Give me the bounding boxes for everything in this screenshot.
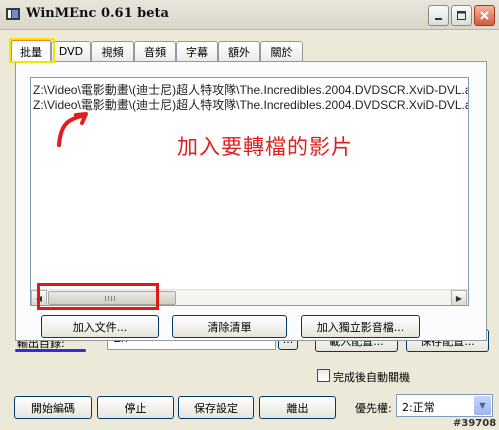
tab-about[interactable]: 關於 [260, 41, 303, 61]
tab-video[interactable]: 視頻 [91, 41, 134, 61]
priority-value: 2:正常 [402, 401, 435, 414]
scroll-left-button[interactable]: ◀ [31, 290, 47, 305]
maximize-icon [457, 11, 466, 20]
tab-batch[interactable]: 批量 [11, 39, 51, 62]
tab-audio[interactable]: 音頻 [134, 41, 176, 61]
window-title: WinMEnc 0.61 beta [26, 6, 169, 21]
minimize-icon [434, 17, 442, 20]
app-icon [6, 7, 20, 21]
close-icon [480, 11, 489, 20]
auto-shutdown-checkbox[interactable] [317, 369, 330, 382]
file-listbox[interactable]: Z:\Video\電影動畫\(迪士尼)超人特攻隊\The.Incredibles… [30, 77, 469, 306]
clear-list-button[interactable]: 清除清單 [172, 315, 287, 338]
tab-dvd[interactable]: DVD [51, 41, 91, 61]
scroll-thumb[interactable] [48, 291, 176, 305]
start-encode-button[interactable]: 開始編碼 [14, 396, 92, 419]
horizontal-scrollbar[interactable]: ◀ ▶ [31, 289, 468, 305]
minimize-button[interactable] [428, 5, 449, 26]
grip-icon [105, 296, 117, 301]
scroll-right-button[interactable]: ▶ [451, 290, 467, 305]
tab-subtitle[interactable]: 字幕 [176, 41, 218, 61]
exit-button[interactable]: 離出 [259, 396, 336, 419]
priority-select[interactable]: 2:正常 ▼ [396, 394, 493, 417]
watermark: #39708 [453, 418, 497, 429]
save-settings-button[interactable]: 保存設定 [178, 396, 254, 419]
chevron-left-icon: ◀ [35, 293, 43, 303]
chevron-right-icon: ▶ [455, 293, 463, 303]
add-file-button[interactable]: 加入文件... [41, 315, 159, 338]
annotation-text: 加入要轉檔的影片 [177, 135, 353, 159]
red-arrow-icon [57, 112, 88, 147]
priority-label: 優先權: [355, 402, 392, 415]
batch-panel: Z:\Video\電影動畫\(迪士尼)超人特攻隊\The.Incredibles… [15, 61, 487, 341]
title-bar[interactable]: WinMEnc 0.61 beta [0, 0, 499, 30]
auto-shutdown-label: 完成後自動關機 [333, 371, 410, 384]
close-button[interactable] [474, 5, 495, 26]
underline-mark [15, 349, 86, 352]
chevron-down-icon[interactable]: ▼ [474, 396, 491, 415]
client-area: 批量 DVD 視頻 音頻 字幕 額外 關於 Z:\Video\電影動畫\(迪士尼… [3, 30, 496, 430]
add-separate-file-button[interactable]: 加入獨立影音檔... [301, 315, 420, 338]
tab-extra[interactable]: 額外 [218, 41, 260, 61]
stop-button[interactable]: 停止 [97, 396, 174, 419]
maximize-button[interactable] [451, 5, 472, 26]
